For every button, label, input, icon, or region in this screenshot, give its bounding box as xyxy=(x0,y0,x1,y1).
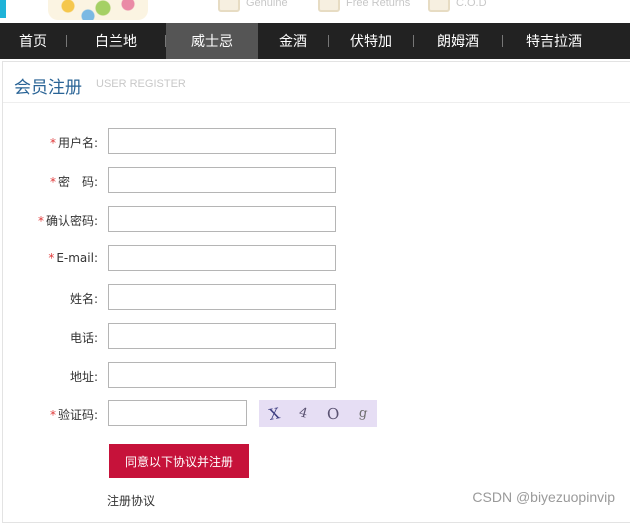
required-mark: * xyxy=(49,175,56,189)
required-mark: * xyxy=(48,251,55,265)
phone-label: 电话: xyxy=(69,331,98,345)
captcha-char: X xyxy=(267,403,281,424)
email-label: E-mail: xyxy=(56,251,98,265)
nav-item-vodka[interactable]: 伏特加 xyxy=(329,23,413,59)
page-subtitle: USER REGISTER xyxy=(96,78,186,90)
address-input[interactable] xyxy=(108,362,336,388)
promo-genuine: Genuine xyxy=(218,0,288,12)
register-agreement-link[interactable]: 注册协议 xyxy=(107,492,155,509)
required-mark: * xyxy=(49,136,56,150)
captcha-image[interactable]: X 4 O g xyxy=(259,400,377,427)
field-label: * 密 码: xyxy=(50,173,98,190)
required-mark: * xyxy=(49,408,56,422)
captcha-char: 4 xyxy=(297,405,310,422)
form-row-email: * E-mail: xyxy=(3,245,423,273)
form-row-phone: 电话: xyxy=(3,323,423,351)
captcha-label: 验证码: xyxy=(57,408,98,422)
promo-returns: Free Returns xyxy=(318,0,410,12)
field-label: * E-mail: xyxy=(48,251,98,265)
site-header: Genuine Free Returns C.O.D xyxy=(0,0,630,23)
confirm-password-input[interactable] xyxy=(108,206,336,232)
field-label: * 用户名: xyxy=(50,134,98,151)
agree-register-button[interactable]: 同意以下协议并注册 xyxy=(109,444,249,478)
register-panel: 会员注册 USER REGISTER * 用户名: * 密 码: * 确认密码: * E… xyxy=(2,61,630,523)
name-input[interactable] xyxy=(108,284,336,310)
nav-item-rum[interactable]: 朗姆酒 xyxy=(414,23,502,59)
password-label: 密 码: xyxy=(57,175,98,189)
confirm-password-label: 确认密码: xyxy=(45,214,98,228)
logo-edge xyxy=(0,0,6,18)
nav-item-tequila[interactable]: 特吉拉酒 xyxy=(503,23,605,59)
address-label: 地址: xyxy=(69,370,98,384)
site-logo[interactable] xyxy=(48,0,148,20)
watermark: CSDN @biyezuopinvip xyxy=(472,489,615,505)
promo-label: C.O.D xyxy=(456,0,487,9)
box-icon xyxy=(428,0,450,12)
password-input[interactable] xyxy=(108,167,336,193)
shield-icon xyxy=(318,0,340,12)
username-input[interactable] xyxy=(108,128,336,154)
form-row-confirm-password: * 确认密码: xyxy=(3,206,423,234)
form-row-password: * 密 码: xyxy=(3,167,423,195)
main-nav: 首页 白兰地 威士忌 金酒 伏特加 朗姆酒 特吉拉酒 xyxy=(0,23,630,59)
promo-label: Genuine xyxy=(246,0,288,9)
nav-item-gin[interactable]: 金酒 xyxy=(258,23,328,59)
username-label: 用户名: xyxy=(57,136,98,150)
captcha-char: O xyxy=(326,403,341,424)
nav-item-home[interactable]: 首页 xyxy=(0,23,66,59)
promo-label: Free Returns xyxy=(346,0,411,9)
phone-input[interactable] xyxy=(108,323,336,349)
name-label: 姓名: xyxy=(69,292,98,306)
field-label: * 验证码: xyxy=(50,406,98,423)
email-input[interactable] xyxy=(108,245,336,271)
page-title: 会员注册 xyxy=(14,78,82,98)
form-row-name: 姓名: xyxy=(3,284,423,312)
field-label: * 确认密码: xyxy=(38,212,98,229)
nav-item-brandy[interactable]: 白兰地 xyxy=(67,23,165,59)
form-row-address: 地址: xyxy=(3,362,423,390)
captcha-input[interactable] xyxy=(108,400,247,426)
promo-cod: C.O.D xyxy=(428,0,487,12)
form-row-username: * 用户名: xyxy=(3,128,423,156)
shield-icon xyxy=(218,0,240,12)
panel-header: 会员注册 USER REGISTER xyxy=(3,62,630,103)
captcha-char: g xyxy=(357,405,369,422)
nav-item-whisky[interactable]: 威士忌 xyxy=(166,23,258,59)
required-mark: * xyxy=(37,214,44,228)
form-row-captcha: * 验证码: X 4 O g xyxy=(3,400,423,428)
